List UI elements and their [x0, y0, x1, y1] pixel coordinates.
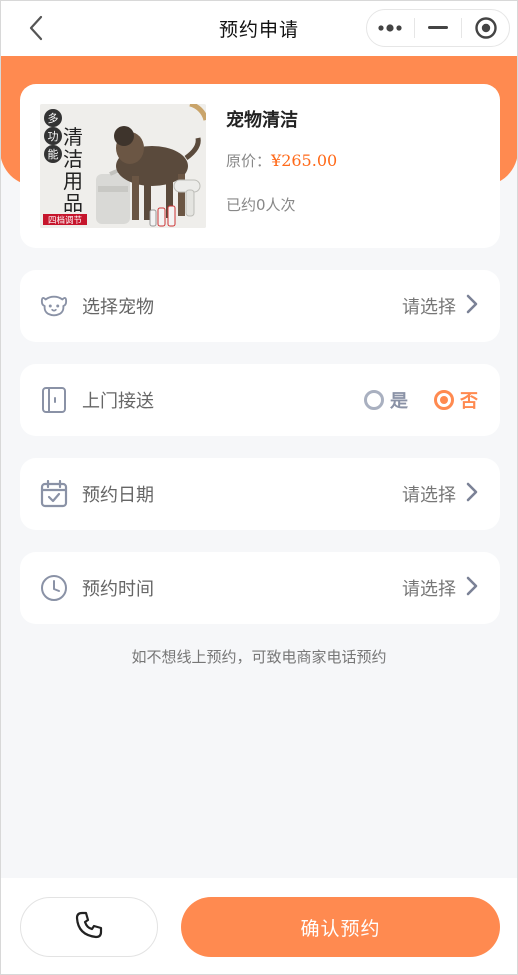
image-badge-char: 功: [48, 130, 59, 143]
pickup-option-no[interactable]: 否: [434, 387, 478, 413]
booking-time-picker[interactable]: 请选择: [402, 575, 478, 601]
booking-date-row[interactable]: 预约日期 请选择: [20, 458, 500, 530]
door-icon: [40, 386, 68, 414]
select-pet-value: 请选择: [402, 297, 456, 318]
price-row: 原价：¥265.00: [226, 150, 337, 171]
clock-icon: [40, 574, 68, 602]
price-value: ¥265.00: [271, 151, 338, 170]
pickup-option-yes-label: 是: [390, 391, 408, 412]
select-pet-label: 选择宠物: [82, 297, 154, 318]
svg-text:品: 品: [63, 191, 83, 215]
booking-time-row[interactable]: 预约时间 请选择: [20, 552, 500, 624]
offline-booking-hint: 如不想线上预约，可致电商家电话预约: [131, 648, 387, 666]
pickup-label: 上门接送: [82, 391, 154, 412]
radio-unchecked-icon: [364, 390, 384, 410]
booking-time-label: 预约时间: [82, 579, 154, 600]
more-dots-icon[interactable]: [367, 10, 414, 46]
chevron-right-icon: [466, 294, 478, 318]
booking-date-picker[interactable]: 请选择: [402, 481, 478, 507]
minimize-icon[interactable]: [415, 10, 462, 46]
navigation-bar: 预约申请: [0, 0, 518, 56]
booking-date-value: 请选择: [402, 485, 456, 506]
phone-icon: [74, 910, 104, 944]
page-title: 预约申请: [218, 18, 299, 41]
svg-text:洁: 洁: [63, 147, 83, 171]
chevron-right-icon: [466, 482, 478, 506]
svg-text:四档调节: 四档调节: [48, 215, 83, 226]
pickup-option-yes[interactable]: 是: [364, 387, 408, 413]
mini-program-capsule: [366, 9, 510, 47]
product-image: 多 功 能 清 洁 用 品 四档调节: [40, 104, 206, 228]
product-name: 宠物清洁: [226, 110, 298, 131]
chevron-right-icon: [466, 576, 478, 600]
booking-time-value: 请选择: [402, 579, 456, 600]
booking-date-label: 预约日期: [82, 485, 154, 506]
radio-checked-icon: [434, 390, 454, 410]
booked-count: 已约0人次: [226, 196, 296, 214]
pickup-option-no-label: 否: [460, 391, 478, 412]
pickup-options: 是 否: [338, 387, 478, 413]
svg-text:用: 用: [63, 169, 83, 193]
product-card[interactable]: 多 功 能 清 洁 用 品 四档调节 宠物清洁 原价：¥265.00 已约0人次: [20, 84, 500, 248]
svg-text:清: 清: [63, 125, 83, 149]
select-pet-row[interactable]: 选择宠物 请选择: [20, 270, 500, 342]
select-pet-picker[interactable]: 请选择: [402, 293, 478, 319]
chevron-left-icon[interactable]: [22, 14, 50, 42]
image-badge-char: 能: [48, 147, 59, 161]
target-close-icon[interactable]: [462, 10, 509, 46]
pet-face-icon: [40, 292, 68, 320]
call-merchant-button[interactable]: [20, 897, 158, 957]
bottom-action-bar: 确认预约: [0, 878, 518, 975]
confirm-booking-button[interactable]: 确认预约: [181, 897, 500, 957]
image-badge-char: 多: [48, 111, 59, 125]
pickup-row: 上门接送 是 否: [20, 364, 500, 436]
price-label: 原价：: [226, 152, 272, 170]
calendar-check-icon: [40, 480, 68, 508]
